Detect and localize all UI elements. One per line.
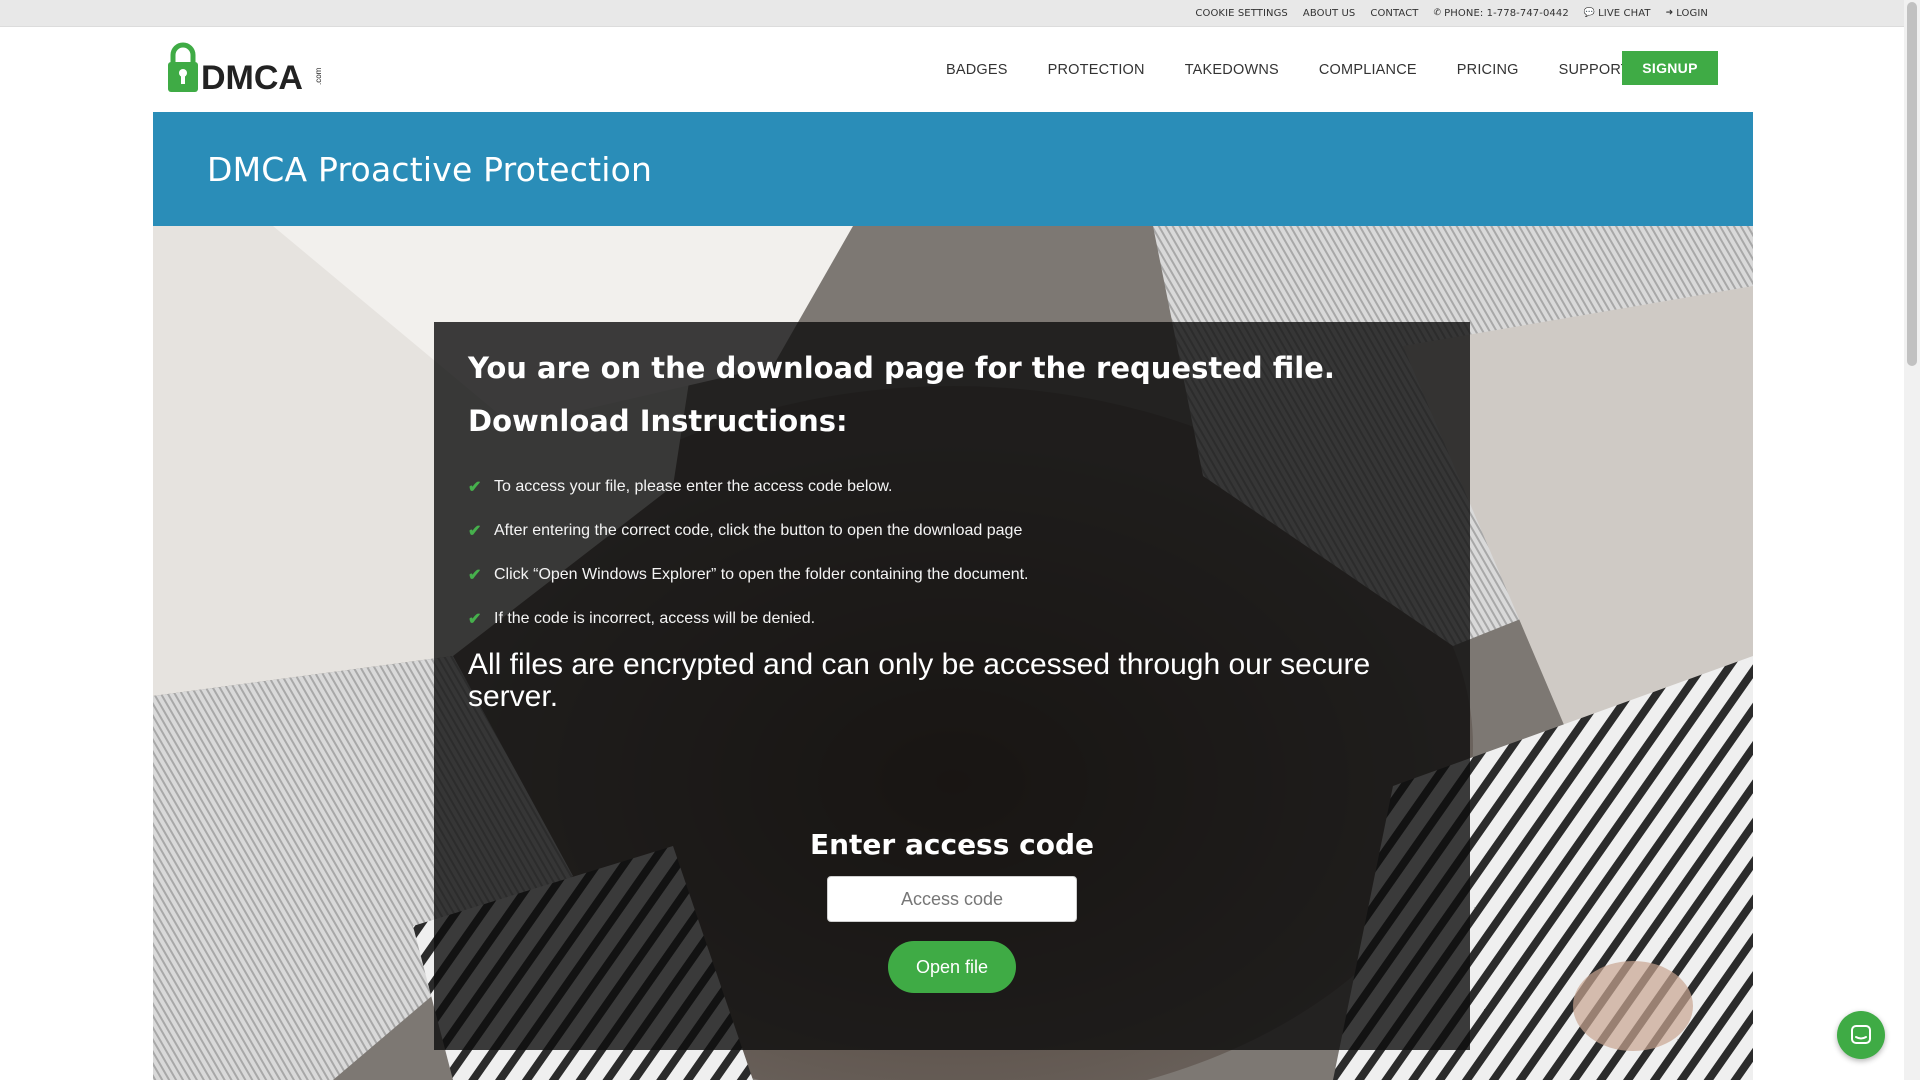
contact-link[interactable]: CONTACT bbox=[1370, 8, 1418, 19]
access-code-title: Enter access code bbox=[809, 828, 1095, 861]
list-item: ✔ To access your file, please enter the a… bbox=[468, 478, 893, 496]
page-scrollbar[interactable] bbox=[1904, 0, 1920, 1080]
login-link[interactable]: ➜ LOGIN bbox=[1666, 8, 1708, 19]
hero-section: You are on the download page for the req… bbox=[153, 226, 1753, 1080]
scrollbar-thumb[interactable] bbox=[1907, 2, 1917, 366]
logo-wordmark: DMCA bbox=[201, 59, 303, 97]
check-icon: ✔ bbox=[468, 523, 482, 540]
signup-button[interactable]: SIGNUP bbox=[1622, 51, 1718, 85]
nav-badges[interactable]: BADGES bbox=[946, 62, 1008, 78]
top-links: COOKIE SETTINGS ABOUT US CONTACT ✆ PHONE:… bbox=[1195, 0, 1708, 26]
nav-protection[interactable]: PROTECTION bbox=[1048, 62, 1145, 78]
main-nav: BADGES PROTECTION TAKEDOWNS COMPLIANCE P… bbox=[946, 27, 1670, 112]
about-us-link[interactable]: ABOUT US bbox=[1303, 8, 1355, 19]
page-banner: DMCA Proactive Protection bbox=[153, 112, 1753, 226]
check-icon: ✔ bbox=[468, 567, 482, 584]
chat-widget-icon bbox=[1851, 1025, 1871, 1044]
check-icon: ✔ bbox=[468, 611, 482, 628]
page-title: DMCA Proactive Protection bbox=[207, 150, 653, 189]
nav-takedowns[interactable]: TAKEDOWNS bbox=[1185, 62, 1279, 78]
site-header: DMCA .com BADGES PROTECTION TAKEDOWNS CO… bbox=[0, 27, 1904, 112]
open-file-button[interactable]: Open file bbox=[888, 941, 1016, 993]
phone-link[interactable]: ✆ PHONE: 1-778-747-0442 bbox=[1433, 8, 1568, 19]
list-item: ✔ If the code is incorrect, access will b… bbox=[468, 610, 816, 628]
encryption-note: All files are encrypted and can only be … bbox=[468, 648, 1371, 713]
top-utility-bar: COOKIE SETTINGS ABOUT US CONTACT ✆ PHONE:… bbox=[0, 0, 1904, 27]
nav-support[interactable]: SUPPORT bbox=[1559, 62, 1630, 78]
cookie-settings-link[interactable]: COOKIE SETTINGS bbox=[1195, 8, 1287, 19]
list-item: ✔ Click “Open Windows Explorer” to open t… bbox=[468, 566, 1029, 584]
login-icon: ➜ bbox=[1665, 8, 1674, 18]
check-icon: ✔ bbox=[468, 479, 482, 496]
dmca-logo[interactable]: DMCA .com bbox=[167, 41, 327, 97]
logo-suffix: .com bbox=[314, 67, 323, 85]
access-code-input[interactable] bbox=[827, 876, 1077, 922]
chat-widget-button[interactable] bbox=[1837, 1011, 1885, 1059]
nav-pricing[interactable]: PRICING bbox=[1457, 62, 1519, 78]
download-heading: You are on the download page for the req… bbox=[468, 351, 1335, 385]
list-item: ✔ After entering the correct code, click … bbox=[468, 522, 1023, 540]
chat-bubble-icon: 💬 bbox=[1583, 8, 1596, 18]
live-chat-link[interactable]: 💬 LIVE CHAT bbox=[1584, 8, 1651, 19]
instructions-heading: Download Instructions: bbox=[468, 404, 848, 438]
download-card: You are on the download page for the req… bbox=[434, 322, 1470, 1050]
instruction-list: ✔ To access your file, please enter the a… bbox=[468, 465, 1029, 641]
phone-icon: ✆ bbox=[1433, 8, 1442, 18]
nav-compliance[interactable]: COMPLIANCE bbox=[1319, 62, 1417, 78]
